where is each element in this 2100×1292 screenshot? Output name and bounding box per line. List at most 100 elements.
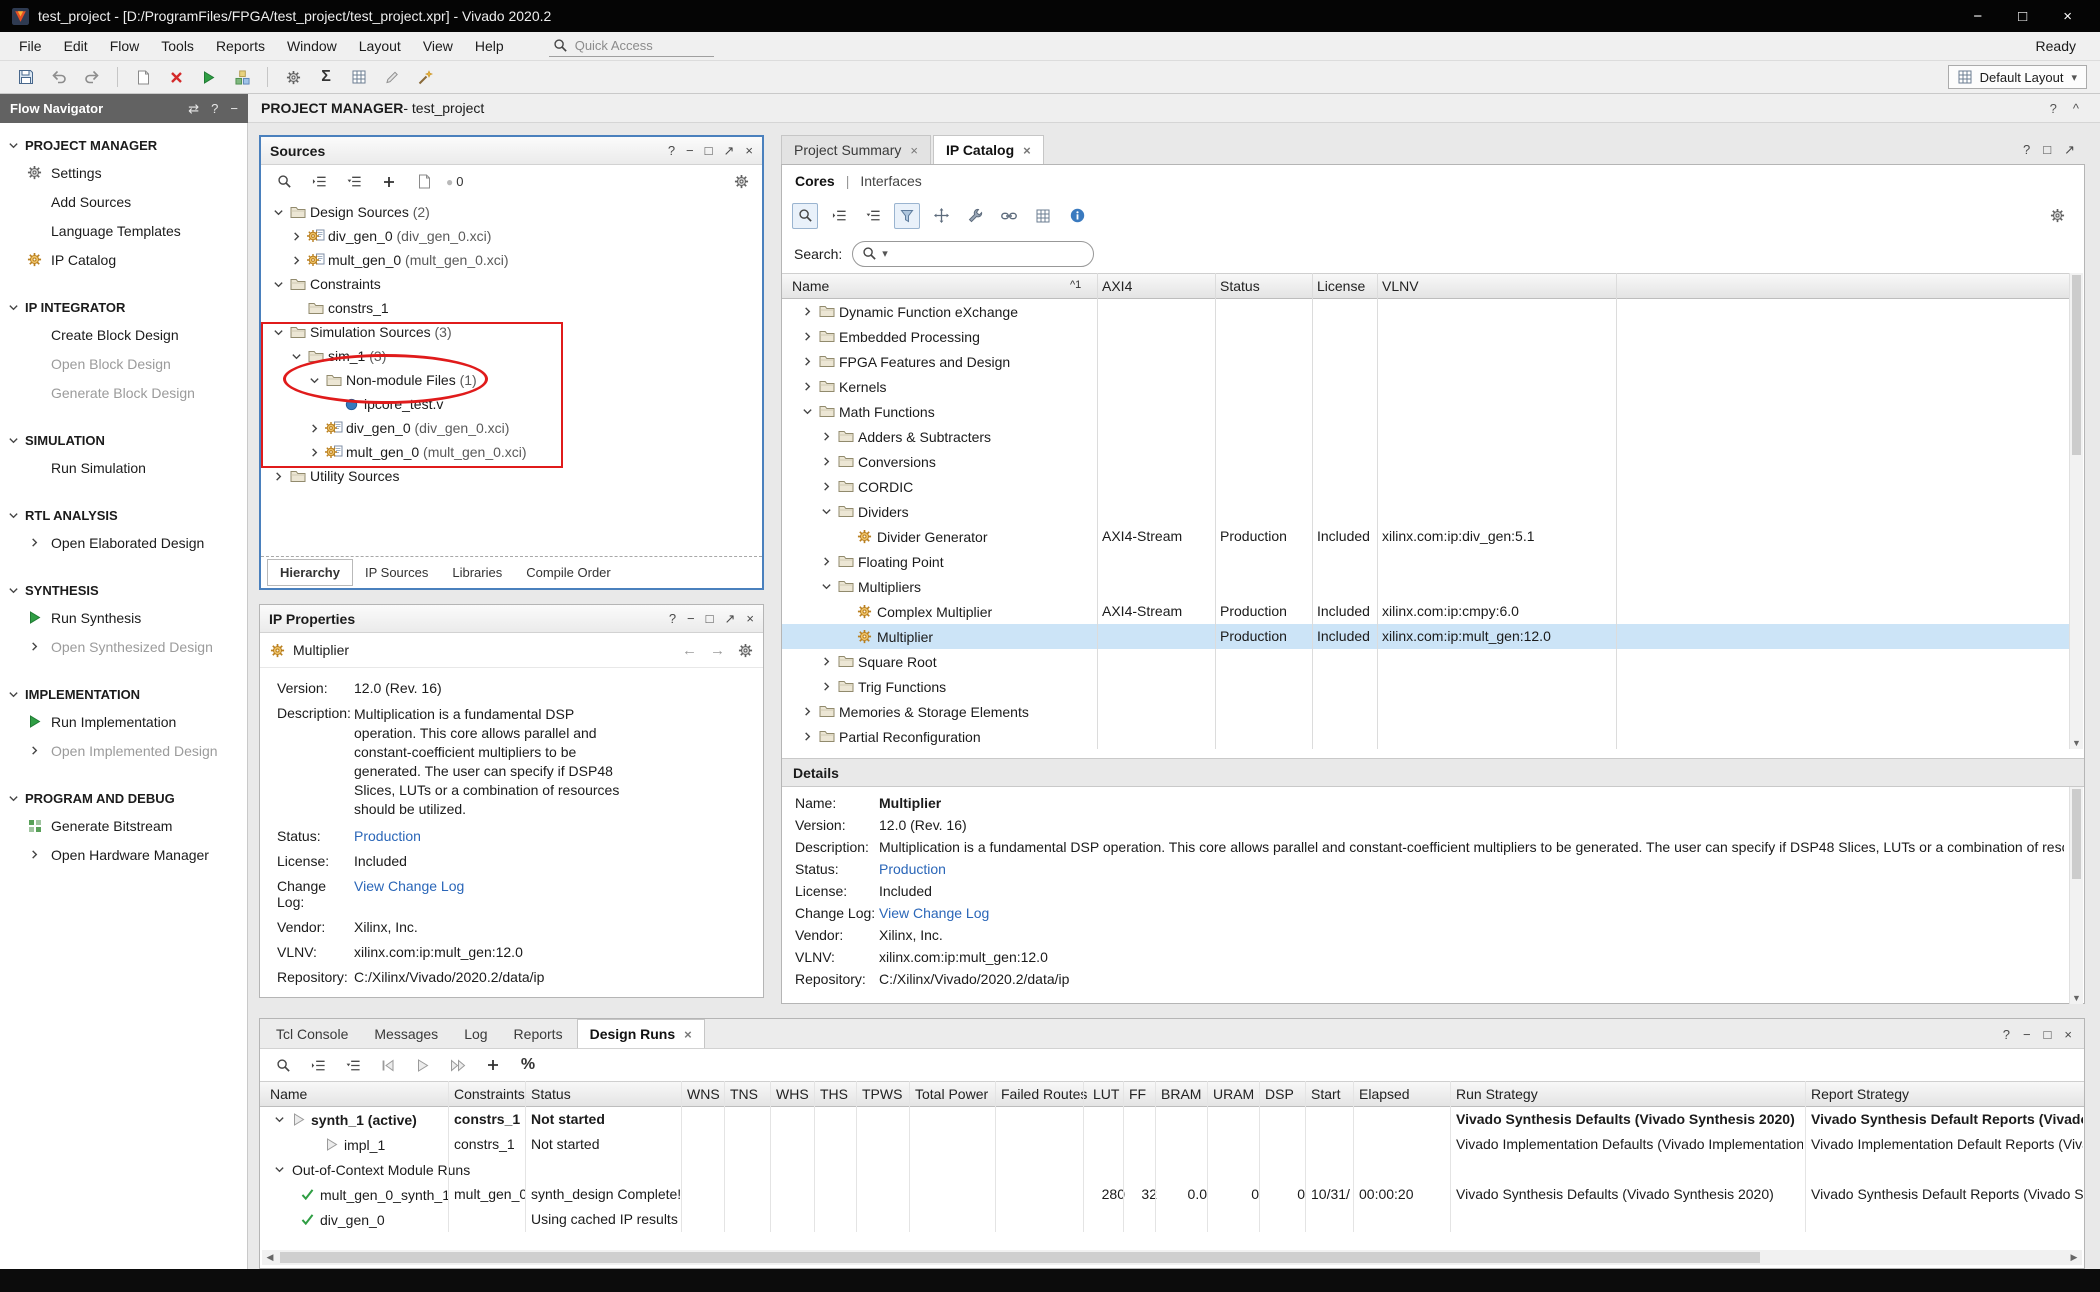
minimize-panel-icon[interactable]: − <box>687 611 695 627</box>
info-icon[interactable] <box>1064 203 1090 229</box>
expand-all-icon[interactable] <box>341 169 367 195</box>
ip-prop-change-log-value[interactable]: View Change Log <box>354 878 464 894</box>
menu-tools[interactable]: Tools <box>150 34 205 58</box>
collapse-all-icon[interactable] <box>305 1052 331 1078</box>
create-runs-icon[interactable] <box>480 1052 506 1078</box>
flow-section-header-synthesis[interactable]: SYNTHESIS <box>0 578 247 603</box>
menu-layout[interactable]: Layout <box>348 34 412 58</box>
expander-icon[interactable] <box>287 255 306 266</box>
close-tab-icon[interactable]: × <box>684 1027 692 1042</box>
catalog-memories-storage-elements[interactable]: Memories & Storage Elements <box>782 699 2069 724</box>
expander-icon[interactable] <box>817 581 836 592</box>
expander-icon[interactable] <box>798 381 817 392</box>
catalog-square-root[interactable]: Square Root <box>782 649 2069 674</box>
catalog-trig-functions[interactable]: Trig Functions <box>782 674 2069 699</box>
flow-item-language-templates[interactable]: Language Templates <box>0 216 247 245</box>
source-div-gen-0[interactable]: div_gen_0 (div_gen_0.xci) <box>261 224 760 248</box>
tab-ip-catalog[interactable]: IP Catalog× <box>933 135 1044 164</box>
save-icon[interactable] <box>13 64 39 90</box>
expand-all-icon[interactable] <box>340 1052 366 1078</box>
catalog-search-input[interactable]: ▾ <box>852 241 1094 267</box>
column-header-license[interactable]: License <box>1317 278 1365 294</box>
column-header-status[interactable]: Status <box>531 1086 571 1102</box>
expander-icon[interactable] <box>817 681 836 692</box>
catalog-conversions[interactable]: Conversions <box>782 449 2069 474</box>
link-icon[interactable] <box>996 203 1022 229</box>
sources-tab-compile-order[interactable]: Compile Order <box>514 560 623 585</box>
close-panel-icon[interactable]: × <box>2064 1027 2072 1042</box>
expander-icon[interactable] <box>798 331 817 342</box>
search-icon[interactable] <box>792 203 818 229</box>
collapse-all-icon[interactable] <box>306 169 332 195</box>
settings-gear-icon[interactable] <box>280 64 306 90</box>
catalog-multiplier[interactable]: MultiplierProductionIncludedxilinx.com:i… <box>782 624 2069 649</box>
catalog-kernels[interactable]: Kernels <box>782 374 2069 399</box>
maximize-panel-icon[interactable]: □ <box>705 143 713 159</box>
expander-icon[interactable] <box>269 279 288 290</box>
expander-icon[interactable] <box>798 306 817 317</box>
expander-icon[interactable] <box>817 456 836 467</box>
flow-item-settings[interactable]: Settings <box>0 158 247 187</box>
flow-section-header-implementation[interactable]: IMPLEMENTATION <box>0 682 247 707</box>
float-panel-icon[interactable]: ↗ <box>725 611 736 627</box>
column-header-axi4[interactable]: AXI4 <box>1102 278 1132 294</box>
report-icon[interactable] <box>130 64 156 90</box>
minimize-button[interactable]: − <box>1973 8 1982 25</box>
close-panel-icon[interactable]: × <box>745 143 753 159</box>
sources-tab-ip-sources[interactable]: IP Sources <box>353 560 440 585</box>
horizontal-scrollbar[interactable]: ◀ ▶ <box>262 1250 2082 1265</box>
flow-item-open-hardware-manager[interactable]: Open Hardware Manager <box>0 840 247 869</box>
maximize-panel-icon[interactable]: □ <box>2043 142 2051 158</box>
layout-selector[interactable]: Default Layout ▾ <box>1948 65 2087 89</box>
column-header-wns[interactable]: WNS <box>687 1086 720 1102</box>
flow-item-open-synthesized-design[interactable]: Open Synthesized Design <box>0 632 247 661</box>
collapse-header-icon[interactable]: ^ <box>2073 101 2079 116</box>
expander-icon[interactable] <box>798 731 817 742</box>
column-header-report-strategy[interactable]: Report Strategy <box>1811 1086 1909 1102</box>
undo-icon[interactable] <box>46 64 72 90</box>
scrollbar-thumb[interactable] <box>2072 789 2081 879</box>
flow-section-header-rtl-analysis[interactable]: RTL ANALYSIS <box>0 503 247 528</box>
catalog-multipliers[interactable]: Multipliers <box>782 574 2069 599</box>
filter-tree-icon[interactable] <box>894 203 920 229</box>
back-icon[interactable]: ← <box>682 642 697 659</box>
expander-icon[interactable] <box>270 1164 289 1175</box>
flow-item-run-implementation[interactable]: Run Implementation <box>0 707 247 736</box>
maximize-panel-icon[interactable]: □ <box>706 611 714 627</box>
scroll-left-icon[interactable]: ◀ <box>262 1252 278 1263</box>
expander-icon[interactable] <box>798 706 817 717</box>
expander-icon[interactable] <box>817 656 836 667</box>
catalog-fpga-features-and-design[interactable]: FPGA Features and Design <box>782 349 2069 374</box>
help-icon[interactable]: ? <box>668 143 675 159</box>
chevron-down-icon[interactable] <box>8 510 19 521</box>
expander-icon[interactable] <box>269 207 288 218</box>
messages-filter[interactable]: ● 0 <box>446 169 463 195</box>
detail-status-value[interactable]: Production <box>879 861 946 877</box>
menu-help[interactable]: Help <box>464 34 515 58</box>
catalog-complex-multiplier[interactable]: Complex MultiplierAXI4-StreamProductionI… <box>782 599 2069 624</box>
flow-item-generate-block-design[interactable]: Generate Block Design <box>0 378 247 407</box>
column-header-status[interactable]: Status <box>1220 278 1260 294</box>
catalog-adders-subtracters[interactable]: Adders & Subtracters <box>782 424 2069 449</box>
quick-access-search[interactable]: Quick Access <box>549 36 714 57</box>
file-icon[interactable] <box>411 169 437 195</box>
column-header-vlnv[interactable]: VLNV <box>1382 278 1419 294</box>
expander-icon[interactable] <box>798 356 817 367</box>
flow-section-header-program-and-debug[interactable]: PROGRAM AND DEBUG <box>0 786 247 811</box>
source-utility-sources[interactable]: Utility Sources <box>261 464 760 488</box>
help-icon[interactable]: ? <box>2023 142 2030 158</box>
column-header-failed-routes[interactable]: Failed Routes <box>1001 1086 1087 1102</box>
sources-tab-hierarchy[interactable]: Hierarchy <box>267 559 353 586</box>
expander-icon[interactable] <box>270 1114 289 1125</box>
expander-icon[interactable] <box>305 375 324 386</box>
flow-item-run-synthesis[interactable]: Run Synthesis <box>0 603 247 632</box>
reset-runs-icon[interactable] <box>375 1052 401 1078</box>
scroll-down-icon[interactable]: ▼ <box>2070 738 2083 748</box>
expander-icon[interactable] <box>817 556 836 567</box>
sources-tab-libraries[interactable]: Libraries <box>440 560 514 585</box>
flow-item-run-simulation[interactable]: Run Simulation <box>0 453 247 482</box>
catalog-scrollbar[interactable]: ▼ <box>2069 273 2083 749</box>
runs-stack-icon[interactable] <box>229 64 255 90</box>
column-header-run-strategy[interactable]: Run Strategy <box>1456 1086 1538 1102</box>
column-header-bram[interactable]: BRAM <box>1161 1086 1201 1102</box>
